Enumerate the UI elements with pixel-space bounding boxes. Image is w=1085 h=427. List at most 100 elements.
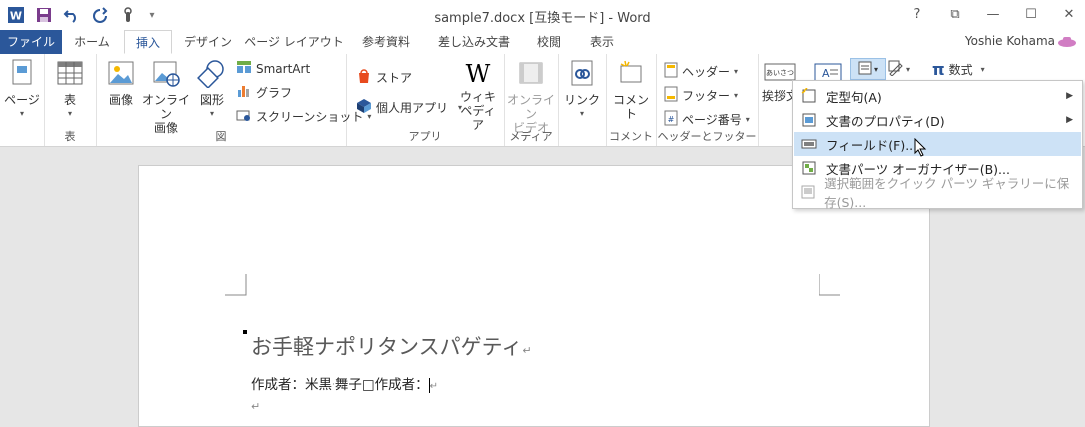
equation-button[interactable]: π 数式 ▾	[932, 60, 985, 79]
title-bar: W ▾ sample7.docx [互換モード] - Word ? ⧉ — ☐ …	[0, 0, 1085, 30]
shapes-label: 図形	[199, 93, 224, 107]
header-button[interactable]: ヘッダー ▾	[664, 62, 738, 81]
chart-button[interactable]: グラフ	[236, 84, 292, 101]
ribbon-tab-bar: ファイル ホーム 挿入 デザイン ページ レイアウト 参考資料 差し込み文書 校…	[0, 30, 1085, 55]
picture-label: 画像	[108, 93, 133, 107]
online-video-label-1: オンライン	[507, 93, 556, 121]
online-pictures-button[interactable]: オンライン 画像	[142, 58, 190, 135]
chevron-down-icon: ▾	[980, 65, 985, 74]
media-group-label: メディア	[509, 130, 553, 143]
user-avatar-icon[interactable]	[1057, 36, 1077, 51]
tab-page-layout[interactable]: ページ レイアウト	[244, 30, 344, 54]
apps-group-label: アプリ	[408, 130, 442, 143]
ribbon-display-options-button[interactable]: ⧉	[945, 4, 965, 24]
store-button[interactable]: ストア	[356, 68, 412, 87]
online-pictures-label-1: オンライン	[142, 93, 191, 121]
quick-parts-icon	[858, 61, 872, 78]
menu-item-save-selection[interactable]: 選択範囲をクイック パーツ ギャラリーに保存(S)...	[794, 176, 1081, 210]
page-number-label: ページ番号	[682, 113, 742, 127]
svg-text:#: #	[668, 115, 675, 124]
footer-label: フッター	[682, 89, 731, 103]
menu-item-field[interactable]: フィールド(F)...	[794, 132, 1081, 157]
quick-parts-button[interactable]: ▾	[850, 58, 886, 80]
submenu-arrow-icon: ▶	[1066, 115, 1073, 125]
comments-group: コメント コメント	[606, 54, 657, 146]
menu-item-field-label: フィールド(F)...	[826, 137, 918, 153]
my-apps-button[interactable]: 個人用アプリ ▾	[356, 98, 462, 117]
maximize-button[interactable]: ☐	[1021, 4, 1041, 24]
menu-item-document-property-label: 文書のプロパティ(D)	[826, 113, 945, 129]
header-footer-group: ヘッダー ▾ フッター ▾ # ページ番号 ▾ ヘッダーとフッター	[656, 54, 759, 146]
footer-icon	[664, 86, 678, 105]
tab-references[interactable]: 参考資料	[348, 30, 424, 54]
tables-group: 表 ▾ 表	[44, 54, 97, 146]
links-group: リンク ▾	[558, 54, 607, 146]
picture-button[interactable]: 画像	[102, 58, 140, 107]
user-name[interactable]: Yoshie Kohama	[965, 34, 1055, 48]
comment-icon	[610, 58, 652, 91]
help-button[interactable]: ?	[907, 4, 927, 24]
close-button[interactable]: ✕	[1059, 4, 1079, 24]
minimize-button[interactable]: —	[983, 4, 1003, 24]
footer-button[interactable]: フッター ▾	[664, 86, 738, 105]
chevron-down-icon: ▾	[745, 115, 750, 124]
media-group: オンライン ビデオ メディア	[504, 54, 559, 146]
page-icon	[4, 58, 40, 91]
apps-group: ストア 個人用アプリ ▾ W ウィキ ペディア アプリ	[346, 54, 505, 146]
tab-review[interactable]: 校閲	[524, 30, 574, 54]
svg-text:A: A	[822, 67, 830, 80]
page-number-icon: #	[664, 110, 678, 129]
screenshot-icon	[236, 108, 252, 125]
pages-button[interactable]: ページ ▾	[4, 58, 40, 121]
signature-icon	[888, 60, 904, 79]
tab-file[interactable]: ファイル	[0, 30, 62, 54]
submenu-arrow-icon: ▶	[1066, 91, 1073, 101]
chart-icon	[236, 84, 252, 101]
author-line[interactable]: 作成者：米黒·舞子□作成者：↵	[251, 373, 438, 393]
chevron-down-icon: ▾	[734, 91, 739, 100]
my-apps-icon	[356, 98, 372, 117]
tab-mailings[interactable]: 差し込み文書	[428, 30, 520, 54]
shapes-button[interactable]: 図形 ▾	[192, 58, 232, 121]
header-icon	[664, 62, 678, 81]
comment-button[interactable]: コメント	[610, 58, 652, 121]
pages-label: ページ	[4, 93, 40, 107]
tab-home[interactable]: ホーム	[62, 30, 122, 54]
tables-group-label: 表	[64, 130, 76, 143]
chevron-down-icon: ▾	[19, 109, 24, 118]
document-title[interactable]: お手軽ナポリタンスパゲティ↵	[251, 331, 532, 361]
wikipedia-button[interactable]: W ウィキ ペディア	[456, 60, 500, 132]
tab-insert[interactable]: 挿入	[124, 30, 172, 54]
table-button[interactable]: 表 ▾	[52, 58, 88, 121]
menu-item-save-selection-label: 選択範囲をクイック パーツ ギャラリーに保存(S)...	[824, 176, 1070, 210]
table-label: 表	[63, 93, 76, 107]
menu-item-document-property[interactable]: 文書のプロパティ(D) ▶	[794, 108, 1081, 132]
tab-view[interactable]: 表示	[578, 30, 626, 54]
signature-line-button[interactable]: ▾	[888, 60, 910, 79]
links-label: リンク	[564, 93, 601, 107]
link-icon	[564, 58, 600, 91]
illustrations-group-label: 図	[215, 130, 227, 143]
links-button[interactable]: リンク ▾	[564, 58, 600, 121]
save-selection-icon	[800, 183, 816, 201]
tab-design[interactable]: デザイン	[176, 30, 240, 54]
document-property-icon	[800, 111, 818, 129]
chevron-down-icon: ▾	[67, 109, 72, 118]
header-label: ヘッダー	[682, 65, 731, 79]
smartart-button[interactable]: SmartArt	[236, 60, 310, 77]
paragraph-anchor-mark	[243, 330, 247, 334]
chevron-down-icon: ▾	[873, 64, 878, 74]
wikipedia-label-1: ウィキ	[459, 90, 496, 104]
chart-label: グラフ	[256, 86, 293, 100]
table-icon	[52, 58, 88, 91]
online-picture-icon	[142, 58, 190, 91]
pages-group: ページ ▾	[0, 54, 45, 146]
menu-item-autotext-label: 定型句(A)	[826, 89, 882, 105]
menu-item-autotext[interactable]: 定型句(A) ▶	[794, 84, 1081, 108]
chevron-down-icon: ▾	[209, 109, 214, 118]
illustrations-group: 画像 オンライン 画像 図形 ▾ SmartArt グラフ スクリーンショット …	[96, 54, 371, 146]
comments-group-label: コメント	[609, 130, 653, 143]
comment-label: コメント	[612, 93, 649, 121]
online-video-button[interactable]: オンライン ビデオ	[507, 58, 555, 135]
page-number-button[interactable]: # ページ番号 ▾	[664, 110, 750, 129]
